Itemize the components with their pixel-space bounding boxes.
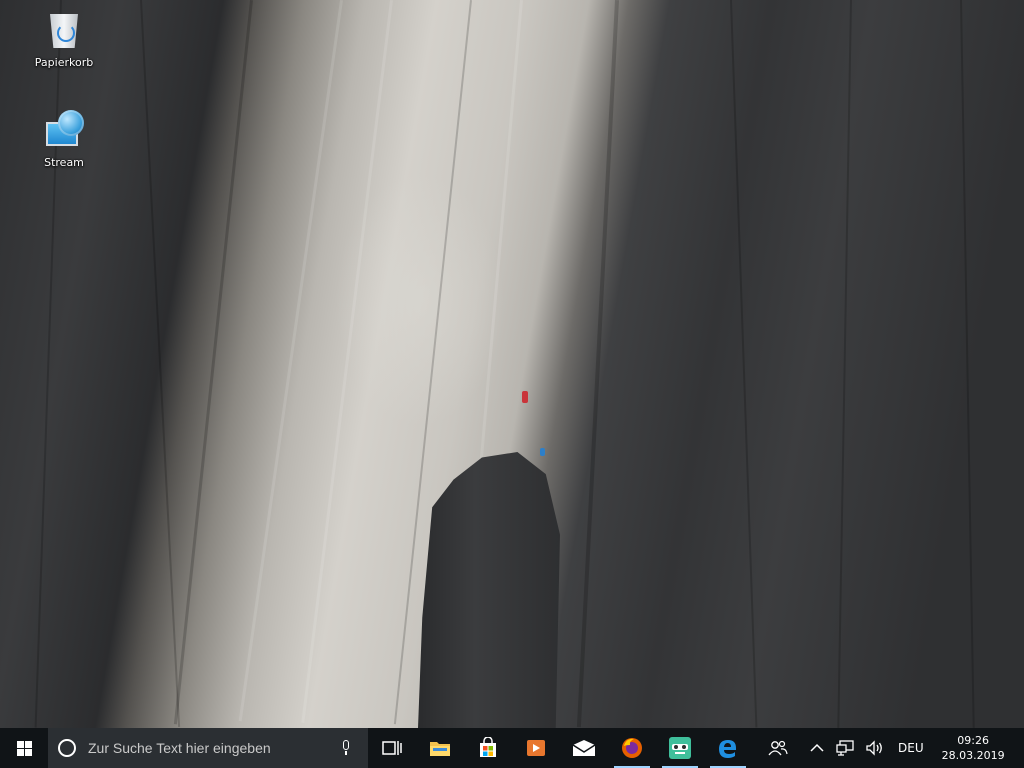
people-icon xyxy=(768,740,788,756)
rock-crack xyxy=(730,0,758,728)
rock-crack xyxy=(960,0,975,728)
rock-crack xyxy=(173,0,253,725)
taskbar-media-player[interactable] xyxy=(512,728,560,768)
task-view-button[interactable] xyxy=(368,728,416,768)
taskbar-store[interactable] xyxy=(464,728,512,768)
clock[interactable]: 09:26 28.03.2019 xyxy=(932,728,1015,768)
taskbar-edge[interactable] xyxy=(704,728,752,768)
rock-crack xyxy=(837,0,852,728)
language-indicator[interactable]: DEU xyxy=(890,728,932,768)
microphone-icon[interactable] xyxy=(338,740,354,756)
rock-crack xyxy=(576,0,619,728)
volume-icon xyxy=(866,740,882,756)
cortana-icon xyxy=(58,739,76,757)
people-button[interactable] xyxy=(752,728,804,768)
desktop-icon-stream[interactable]: Stream xyxy=(26,108,102,169)
rock-highlight xyxy=(301,0,393,723)
green-app-icon xyxy=(669,737,691,759)
desktop-icon-label: Papierkorb xyxy=(34,56,94,69)
taskbar-firefox[interactable] xyxy=(608,728,656,768)
rock-crack xyxy=(140,0,181,728)
mail-envelope-icon xyxy=(572,740,596,756)
desktop-wallpaper: Papierkorb Stream xyxy=(0,0,1024,728)
rock-pillar xyxy=(418,452,560,728)
taskbar: DEU 09:26 28.03.2019 xyxy=(0,728,1024,768)
media-play-icon xyxy=(527,740,545,756)
windows-start-icon xyxy=(16,740,32,756)
task-view-icon xyxy=(382,741,402,755)
volume-button[interactable] xyxy=(860,728,890,768)
folder-icon xyxy=(430,742,450,756)
taskbar-mail[interactable] xyxy=(560,728,608,768)
start-button[interactable] xyxy=(0,728,48,768)
network-globe-icon xyxy=(44,108,84,152)
recycle-bin-icon xyxy=(44,8,84,52)
taskbar-file-explorer[interactable] xyxy=(416,728,464,768)
rock-highlight xyxy=(238,0,343,722)
edge-browser-icon xyxy=(719,740,736,758)
climber-figure xyxy=(522,391,528,403)
search-input[interactable] xyxy=(86,739,338,757)
system-tray: DEU 09:26 28.03.2019 xyxy=(752,728,1024,768)
store-bag-icon xyxy=(480,737,496,757)
action-center-button[interactable] xyxy=(1015,728,1024,768)
chevron-up-icon xyxy=(810,743,824,752)
taskbar-green-app[interactable] xyxy=(656,728,704,768)
clock-time: 09:26 xyxy=(957,734,989,747)
network-icon xyxy=(836,740,854,756)
show-hidden-icons-button[interactable] xyxy=(804,728,830,768)
search-box[interactable] xyxy=(48,728,368,768)
desktop-icon-recycle-bin[interactable]: Papierkorb xyxy=(26,8,102,69)
clock-date: 28.03.2019 xyxy=(941,749,1005,762)
network-button[interactable] xyxy=(830,728,860,768)
climber-figure xyxy=(540,448,545,456)
desktop-icon-label: Stream xyxy=(44,156,84,169)
firefox-icon xyxy=(622,738,642,758)
